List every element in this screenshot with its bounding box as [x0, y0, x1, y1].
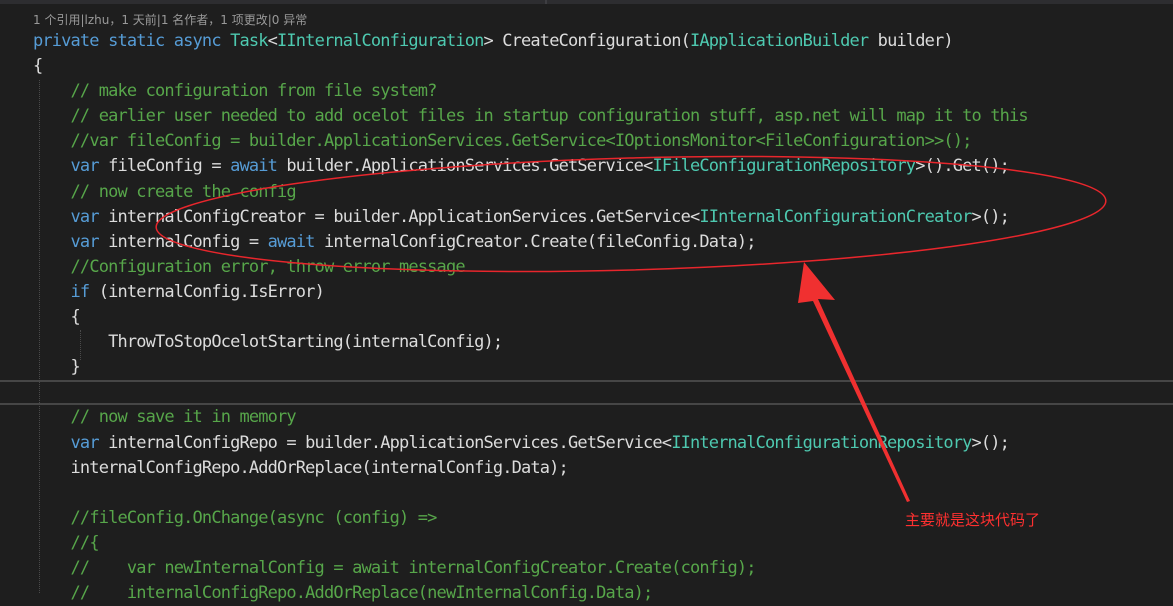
- annotation-arrow: [798, 262, 910, 502]
- annotation-overlay: [155, 155, 1107, 502]
- annotation-text: 主要就是这块代码了: [905, 511, 1041, 529]
- annotation-ellipse: [155, 155, 1107, 273]
